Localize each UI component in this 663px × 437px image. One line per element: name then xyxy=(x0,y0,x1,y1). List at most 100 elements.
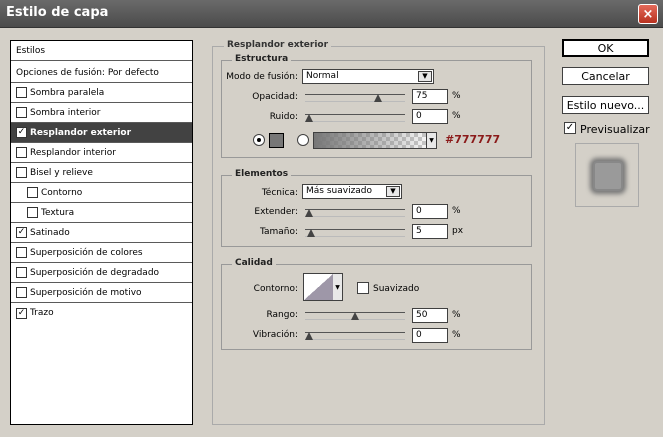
noise-slider[interactable] xyxy=(305,114,405,122)
gradient-radio[interactable] xyxy=(297,134,309,146)
new-style-button[interactable]: Estilo nuevo... xyxy=(562,96,649,114)
checkbox[interactable]: ✓ xyxy=(16,307,27,319)
list-item-gradient-overlay[interactable]: Superposición de degradado xyxy=(11,263,192,283)
structure-title: Estructura xyxy=(232,54,292,64)
list-item-inner-glow[interactable]: Resplandor interior xyxy=(11,143,192,163)
opacity-unit: % xyxy=(452,91,461,101)
checkbox[interactable] xyxy=(16,107,27,118)
panel-title: Resplandor exterior xyxy=(224,40,332,50)
color-hex-label: #777777 xyxy=(445,133,501,146)
spread-input[interactable]: 0 xyxy=(412,204,448,219)
slider-thumb[interactable] xyxy=(307,229,315,237)
blend-mode-label: Modo de fusión: xyxy=(226,72,298,82)
blend-options-item[interactable]: Opciones de fusión: Por defecto xyxy=(11,63,192,83)
checkbox[interactable] xyxy=(27,187,38,198)
cancel-button[interactable]: Cancelar xyxy=(562,67,649,85)
list-item-label: Superposición de colores xyxy=(30,247,143,258)
list-item-label: Superposición de degradado xyxy=(30,267,160,278)
slider-thumb[interactable] xyxy=(305,114,313,122)
glow-color-swatch[interactable] xyxy=(269,133,284,148)
noise-input[interactable]: 0 xyxy=(412,109,448,124)
close-icon[interactable]: × xyxy=(638,4,658,24)
technique-value: Más suavizado xyxy=(306,186,373,196)
blend-mode-value: Normal xyxy=(306,71,339,81)
antialias-checkbox[interactable] xyxy=(357,282,369,294)
solid-color-radio[interactable] xyxy=(253,134,265,146)
opacity-input[interactable]: 75 xyxy=(412,89,448,104)
size-unit: px xyxy=(452,226,464,236)
opacity-slider[interactable] xyxy=(305,94,405,102)
style-preview xyxy=(575,143,639,207)
slider-thumb[interactable] xyxy=(305,332,313,340)
checkbox[interactable] xyxy=(16,247,27,258)
styles-header-label: Estilos xyxy=(16,45,46,56)
slider-thumb[interactable] xyxy=(305,209,313,217)
blend-mode-dropdown[interactable]: Normal ▼ xyxy=(302,69,434,84)
checkbox[interactable]: ✓ xyxy=(16,127,27,138)
range-input[interactable]: 50 xyxy=(412,308,448,323)
checkbox[interactable] xyxy=(16,267,27,278)
ok-button[interactable]: OK xyxy=(562,39,649,57)
checkbox[interactable]: ✓ xyxy=(16,227,27,238)
spread-slider[interactable] xyxy=(305,209,405,217)
technique-label: Técnica: xyxy=(261,188,298,198)
checkbox[interactable] xyxy=(16,87,27,98)
list-item-label: Resplandor interior xyxy=(30,147,116,158)
range-label: Rango: xyxy=(266,310,298,320)
list-item-label: Superposición de motivo xyxy=(30,287,142,298)
antialias-label: Suavizado xyxy=(373,284,420,294)
spread-unit: % xyxy=(452,206,461,216)
list-item-label: Sombra interior xyxy=(30,107,101,118)
jitter-label: Vibración: xyxy=(252,330,298,340)
list-item-drop-shadow[interactable]: Sombra paralela xyxy=(11,83,192,103)
size-input[interactable]: 5 xyxy=(412,224,448,239)
list-item-label: Sombra paralela xyxy=(30,87,105,98)
preview-square xyxy=(593,161,623,191)
slider-thumb[interactable] xyxy=(374,94,382,102)
list-item-label: Satinado xyxy=(30,227,70,238)
range-slider[interactable] xyxy=(305,312,405,320)
checkbox[interactable] xyxy=(16,147,27,158)
window-title: Estilo de capa xyxy=(6,5,109,20)
size-label: Tamaño: xyxy=(259,227,298,237)
opacity-label: Opacidad: xyxy=(252,92,298,102)
preview-label: Previsualizar xyxy=(580,123,650,136)
list-item-label: Bisel y relieve xyxy=(30,167,93,178)
list-item-label: Trazo xyxy=(30,308,54,318)
contour-picker[interactable]: ▼ xyxy=(303,273,343,301)
list-item-satin[interactable]: ✓ Satinado xyxy=(11,223,192,243)
list-item-inner-shadow[interactable]: Sombra interior xyxy=(11,103,192,123)
noise-label: Ruido: xyxy=(269,112,298,122)
preview-checkbox[interactable]: ✓ xyxy=(564,122,576,134)
quality-title: Calidad xyxy=(232,258,276,268)
noise-unit: % xyxy=(452,111,461,121)
spread-label: Extender: xyxy=(254,207,298,217)
chevron-down-icon: ▼ xyxy=(426,133,436,148)
checkbox[interactable] xyxy=(16,167,27,178)
gradient-picker[interactable]: ▼ xyxy=(313,132,437,149)
list-item-color-overlay[interactable]: Superposición de colores xyxy=(11,243,192,263)
list-item-bevel[interactable]: Bisel y relieve xyxy=(11,163,192,183)
chevron-down-icon: ▼ xyxy=(333,274,342,300)
checkbox[interactable] xyxy=(27,207,38,218)
list-item-stroke[interactable]: ✓ Trazo xyxy=(11,303,192,323)
elements-title: Elementos xyxy=(232,169,292,179)
jitter-unit: % xyxy=(452,330,461,340)
title-bar: Estilo de capa × xyxy=(0,0,663,28)
chevron-down-icon: ▼ xyxy=(418,71,432,82)
list-item-label: Contorno xyxy=(41,187,83,198)
blend-options-label: Opciones de fusión: Por defecto xyxy=(16,67,159,78)
slider-thumb[interactable] xyxy=(351,312,359,320)
list-item-contour[interactable]: Contorno xyxy=(11,183,192,203)
size-slider[interactable] xyxy=(305,229,405,237)
list-item-outer-glow[interactable]: ✓ Resplandor exterior xyxy=(11,123,192,143)
jitter-slider[interactable] xyxy=(305,332,405,340)
list-item-texture[interactable]: Textura xyxy=(11,203,192,223)
jitter-input[interactable]: 0 xyxy=(412,328,448,343)
styles-header[interactable]: Estilos xyxy=(11,41,192,61)
styles-list: Estilos Opciones de fusión: Por defecto … xyxy=(10,40,193,425)
checkbox[interactable] xyxy=(16,287,27,298)
technique-dropdown[interactable]: Más suavizado ▼ xyxy=(302,184,402,199)
range-unit: % xyxy=(452,310,461,320)
list-item-pattern-overlay[interactable]: Superposición de motivo xyxy=(11,283,192,303)
